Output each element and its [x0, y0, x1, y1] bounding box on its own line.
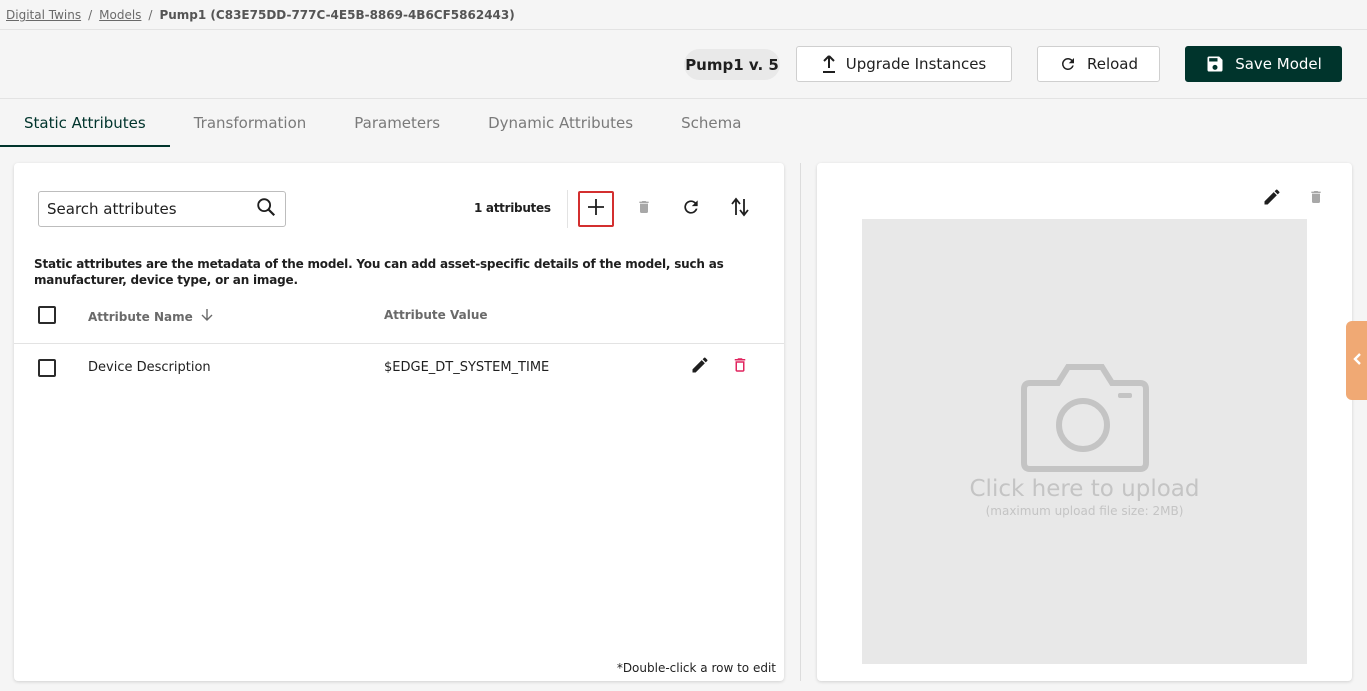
- breadcrumb-models[interactable]: Models: [99, 8, 141, 22]
- panel-divider[interactable]: [800, 163, 801, 681]
- table-row[interactable]: Device Description $EDGE_DT_SYSTEM_TIME: [14, 344, 784, 390]
- trash-outline-icon: [731, 355, 749, 379]
- arrow-down-icon: [201, 308, 213, 325]
- search-icon[interactable]: [255, 196, 277, 222]
- tab-transformation[interactable]: Transformation: [170, 99, 331, 147]
- pencil-icon: [1262, 187, 1282, 211]
- double-click-hint: *Double-click a row to edit: [616, 661, 776, 675]
- column-header-attribute-value[interactable]: Attribute Value: [384, 308, 488, 322]
- toolbar-divider: [567, 190, 568, 228]
- search-box: [38, 191, 286, 227]
- attribute-value-cell: $EDGE_DT_SYSTEM_TIME: [384, 360, 550, 375]
- plus-icon: [587, 198, 605, 220]
- image-upload-area[interactable]: Click here to upload (maximum upload fil…: [862, 219, 1307, 664]
- breadcrumb-separator: /: [148, 8, 153, 22]
- save-model-button[interactable]: Save Model: [1185, 46, 1342, 82]
- breadcrumb-digital-twins[interactable]: Digital Twins: [6, 8, 81, 22]
- delete-row-button[interactable]: [726, 353, 754, 381]
- upgrade-instances-label: Upgrade Instances: [845, 55, 987, 73]
- upgrade-instances-button[interactable]: Upgrade Instances: [796, 46, 1012, 82]
- edit-image-button[interactable]: [1258, 185, 1286, 213]
- edit-row-button[interactable]: [686, 353, 714, 381]
- side-panel-toggle[interactable]: [1346, 321, 1367, 400]
- breadcrumb: Digital Twins / Models / Pump1 (C83E75DD…: [6, 6, 515, 24]
- pencil-icon: [690, 355, 710, 379]
- refresh-button[interactable]: [673, 191, 709, 227]
- breadcrumb-current: Pump1 (C83E75DD-777C-4E5B-8869-4B6CF5862…: [159, 8, 515, 22]
- column-header-label: Attribute Name: [88, 309, 193, 324]
- tab-static-attributes[interactable]: Static Attributes: [0, 99, 170, 147]
- version-chip: Pump1 v. 5: [684, 49, 780, 80]
- column-header-label: Attribute Value: [384, 308, 488, 322]
- tab-schema[interactable]: Schema: [657, 99, 765, 147]
- chevron-left-icon: [1352, 351, 1362, 370]
- delete-selected-button[interactable]: [626, 191, 662, 227]
- sort-button[interactable]: [722, 191, 758, 227]
- search-input[interactable]: [47, 200, 255, 218]
- attribute-count: 1 attributes: [474, 201, 551, 215]
- select-all-checkbox[interactable]: [38, 306, 56, 324]
- trash-icon: [636, 197, 652, 221]
- attributes-card: 1 attributes Static attributes are the m…: [14, 163, 784, 681]
- trash-icon: [1308, 187, 1324, 211]
- upload-arrow-icon: [822, 55, 836, 73]
- floppy-disk-icon: [1205, 54, 1225, 74]
- delete-image-button[interactable]: [1302, 185, 1330, 213]
- reload-icon: [1059, 55, 1077, 73]
- tab-bar: Static Attributes Transformation Paramet…: [0, 99, 765, 147]
- add-attribute-button[interactable]: [578, 191, 614, 227]
- tab-dynamic-attributes[interactable]: Dynamic Attributes: [464, 99, 657, 147]
- reload-label: Reload: [1086, 55, 1139, 73]
- upload-prompt: Click here to upload: [969, 476, 1200, 502]
- upload-size-hint: (maximum upload file size: 2MB): [985, 504, 1184, 518]
- tab-parameters[interactable]: Parameters: [330, 99, 464, 147]
- breadcrumb-divider: [0, 29, 1367, 30]
- attribute-name-cell: Device Description: [88, 360, 211, 375]
- image-card: Click here to upload (maximum upload fil…: [817, 163, 1352, 681]
- breadcrumb-separator: /: [88, 8, 93, 22]
- reload-button[interactable]: Reload: [1037, 46, 1160, 82]
- save-model-label: Save Model: [1235, 55, 1322, 73]
- column-header-attribute-name[interactable]: Attribute Name: [88, 308, 213, 325]
- camera-icon: [1020, 359, 1150, 479]
- swap-vertical-icon: [731, 197, 749, 221]
- row-checkbox[interactable]: [38, 359, 56, 377]
- refresh-icon: [681, 197, 701, 221]
- attributes-description: Static attributes are the metadata of th…: [34, 257, 724, 287]
